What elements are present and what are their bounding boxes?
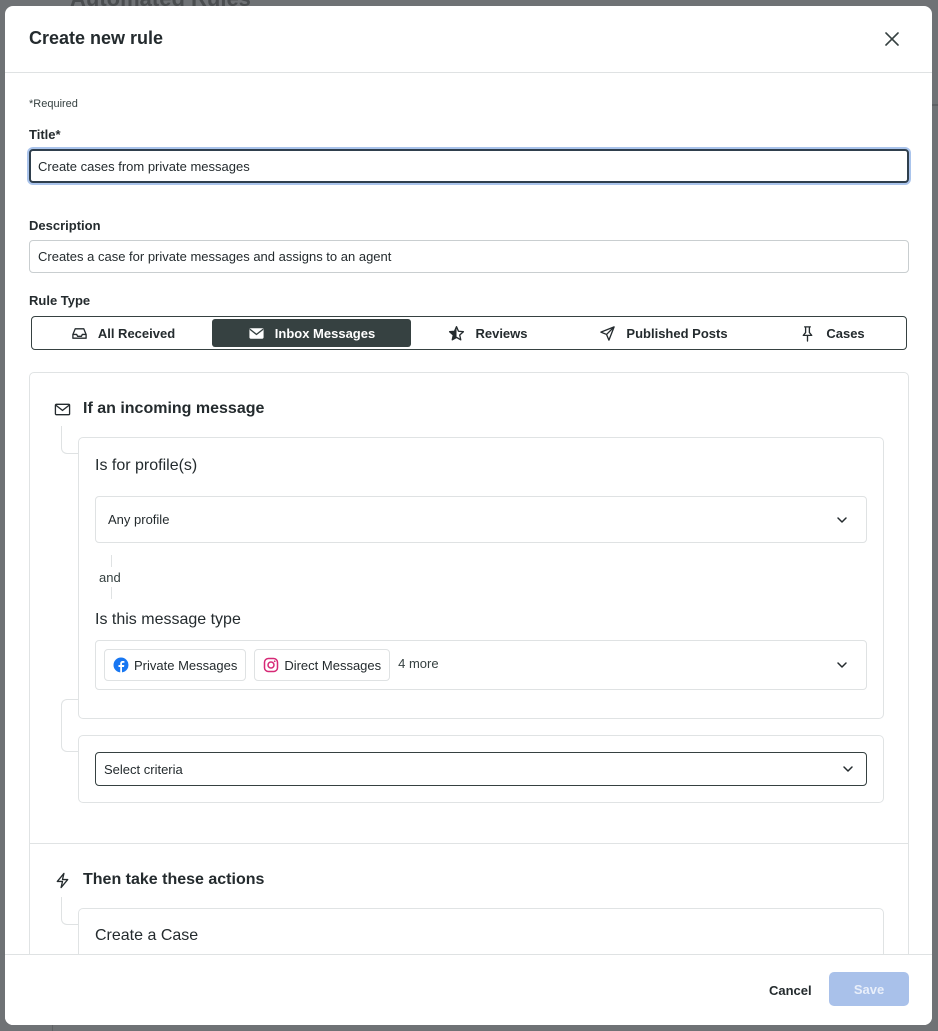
rule-builder-card: If an incoming message Is for profile(s)…	[29, 372, 909, 954]
profile-select-value: Any profile	[108, 512, 170, 527]
star-icon	[449, 325, 465, 340]
message-type-condition-title: Is this message type	[95, 611, 241, 628]
modal-title: Create new rule	[29, 28, 164, 48]
tab-label: Inbox Messages	[274, 325, 376, 341]
title-label: Title*	[29, 127, 61, 142]
tab-label: Cases	[826, 325, 865, 341]
tab-reviews[interactable]: Reviews	[411, 319, 565, 347]
tree-connector	[61, 426, 78, 454]
close-button[interactable]	[881, 28, 903, 50]
tree-connector	[61, 897, 78, 925]
lightning-icon	[56, 872, 69, 888]
and-connector-label: and	[99, 570, 121, 585]
title-input[interactable]	[29, 149, 909, 183]
paper-plane-icon	[600, 325, 616, 341]
criteria-group: Select criteria	[78, 735, 884, 803]
actions-heading-text: Then take these actions	[83, 871, 265, 888]
save-button[interactable]: Save	[829, 972, 909, 1006]
action-title: Create a Case	[95, 927, 199, 944]
chip-label: Private Messages	[134, 657, 238, 673]
facebook-icon	[113, 657, 129, 673]
action-card: Create a Case	[78, 908, 884, 954]
chip-label: Direct Messages	[284, 657, 382, 673]
chip-direct-messages: Direct Messages	[254, 649, 391, 681]
backdrop-divider	[52, 1025, 53, 1031]
create-rule-modal: Create new rule *Required Title* Descrip…	[5, 6, 932, 1025]
tab-label: Published Posts	[626, 325, 728, 341]
trigger-heading: If an incoming message	[54, 400, 264, 418]
actions-heading: Then take these actions	[54, 871, 264, 889]
profile-select[interactable]: Any profile	[95, 496, 867, 543]
modal-footer: Cancel Save	[5, 954, 932, 1025]
trigger-heading-text: If an incoming message	[83, 400, 265, 417]
description-input[interactable]	[29, 240, 909, 273]
pushpin-icon	[802, 325, 813, 342]
more-count[interactable]: 4 more	[398, 656, 438, 671]
inbox-tray-icon	[72, 327, 87, 339]
description-label: Description	[29, 218, 101, 233]
profile-condition-title: Is for profile(s)	[95, 457, 198, 474]
rule-type-label: Rule Type	[29, 293, 91, 308]
cancel-button[interactable]: Cancel	[757, 973, 824, 1007]
tree-connector	[61, 699, 78, 752]
instagram-icon	[264, 657, 279, 673]
envelope-icon	[249, 327, 264, 339]
chevron-down-icon	[837, 516, 847, 523]
rule-type-tabs: All Received Inbox Messages Reviews Publ…	[31, 316, 907, 350]
chevron-down-icon	[837, 662, 847, 668]
required-note: *Required	[29, 98, 78, 110]
criteria-select-placeholder: Select criteria	[104, 761, 183, 777]
criteria-select[interactable]: Select criteria	[95, 752, 867, 786]
chevron-down-icon	[843, 766, 853, 772]
tab-published-posts[interactable]: Published Posts	[565, 319, 762, 347]
tab-all-received[interactable]: All Received	[34, 319, 212, 347]
modal-header: Create new rule	[5, 6, 932, 73]
tab-label: Reviews	[475, 325, 528, 341]
condition-group: Is for profile(s) Any profile and Is thi…	[78, 437, 884, 719]
envelope-icon	[54, 403, 71, 415]
tab-inbox-messages[interactable]: Inbox Messages	[212, 319, 411, 347]
close-icon	[885, 32, 899, 46]
tab-label: All Received	[97, 325, 176, 341]
message-type-select[interactable]: Private Messages Direct Messages 4 more	[95, 640, 867, 690]
modal-body: *Required Title* Description Rule Type A…	[5, 73, 932, 954]
tab-cases[interactable]: Cases	[762, 319, 902, 347]
backdrop-divider	[932, 104, 938, 106]
section-divider	[30, 843, 908, 844]
chip-private-messages: Private Messages	[104, 649, 247, 681]
